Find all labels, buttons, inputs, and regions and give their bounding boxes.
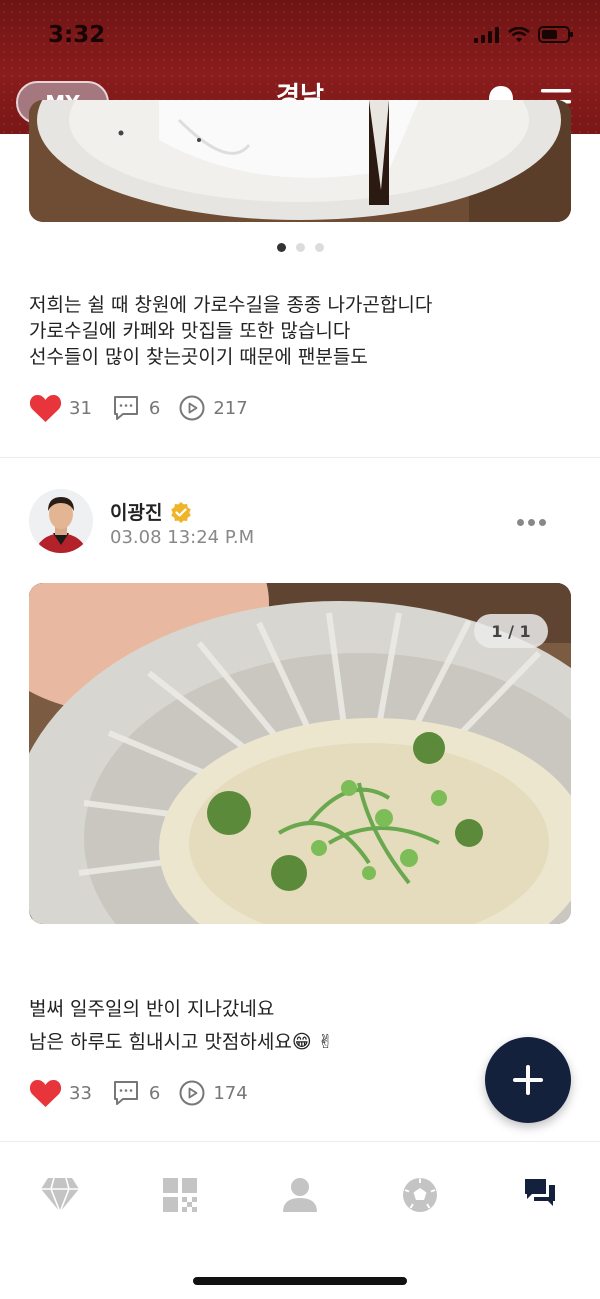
- verified-badge-icon: [171, 501, 192, 523]
- signal-icon: [474, 26, 499, 43]
- post-stats: 31 6 217: [29, 393, 248, 423]
- view-stat: 217: [179, 395, 248, 421]
- home-indicator[interactable]: [193, 1277, 407, 1285]
- like-stat[interactable]: 31: [29, 393, 92, 423]
- diamond-icon: [41, 1177, 79, 1213]
- post-text-line: 가로수길에 카페와 맛집들 또한 많습니다: [29, 320, 351, 342]
- player-avatar-image: [29, 489, 93, 553]
- plus-icon: [513, 1065, 543, 1095]
- tab-qr[interactable]: [120, 1155, 240, 1235]
- more-dot: [517, 519, 524, 526]
- status-time: 3:32: [48, 22, 106, 48]
- pagination-dot[interactable]: [314, 243, 324, 252]
- post-date: 03.08 13:24 P.M: [110, 527, 255, 548]
- play-icon: [179, 1080, 205, 1106]
- tab-bar: [0, 1155, 600, 1235]
- post-text-line: 저희는 쉴 때 창원에 가로수길을 종종 나가곤합니다: [29, 294, 433, 316]
- tab-match[interactable]: [360, 1155, 480, 1235]
- avatar[interactable]: [29, 489, 93, 553]
- image-pagination: [0, 243, 600, 252]
- soccer-ball-icon: [403, 1178, 437, 1212]
- person-icon: [283, 1178, 317, 1212]
- create-post-button[interactable]: [485, 1037, 571, 1123]
- pagination-dot[interactable]: [276, 243, 286, 252]
- tab-home[interactable]: [0, 1155, 120, 1235]
- more-dot: [539, 519, 546, 526]
- post-text-line: 남은 하루도 힘내시고 맛점하세요😁 ✌: [29, 1031, 334, 1053]
- view-count: 217: [213, 397, 248, 419]
- author-name[interactable]: 이광진: [110, 498, 162, 525]
- post-stats: 33 6 174: [29, 1078, 248, 1108]
- more-dot: [528, 519, 535, 526]
- chat-icon: [525, 1179, 555, 1206]
- post-text-line: 벌써 일주일의 반이 지나갔네요: [29, 998, 275, 1020]
- post-body: 벌써 일주일의 반이 지나갔네요 남은 하루도 힘내시고 맛점하세요😁 ✌: [29, 993, 334, 1059]
- comment-icon[interactable]: [112, 1079, 140, 1107]
- comment-count: 6: [148, 397, 161, 419]
- heart-icon[interactable]: [29, 1078, 62, 1108]
- author-row: 이광진: [110, 498, 192, 525]
- comment-stat[interactable]: 6: [112, 394, 160, 422]
- more-options-icon[interactable]: [517, 519, 546, 526]
- comment-count: 6: [148, 1082, 161, 1104]
- status-icons: [474, 26, 574, 43]
- wifi-icon: [508, 26, 530, 42]
- tabbar-divider: [0, 1141, 600, 1142]
- image-counter: 1 / 1: [474, 614, 548, 648]
- post-divider: [0, 457, 600, 458]
- post-text-line: 선수들이 많이 찾는곳이기 때문에 팬분들도: [29, 346, 368, 368]
- tab-profile[interactable]: [240, 1155, 360, 1235]
- battery-icon: [538, 26, 573, 43]
- like-count: 31: [69, 397, 92, 419]
- view-stat: 174: [179, 1080, 248, 1106]
- like-stat[interactable]: 33: [29, 1078, 92, 1108]
- comment-icon[interactable]: [112, 394, 140, 422]
- post-body: 저희는 쉴 때 창원에 가로수길을 종종 나가곤합니다 가로수길에 카페와 맛집…: [29, 292, 432, 370]
- like-count: 33: [69, 1082, 92, 1104]
- tab-community[interactable]: [480, 1155, 600, 1235]
- view-count: 174: [213, 1082, 248, 1104]
- heart-icon[interactable]: [29, 393, 62, 423]
- play-icon: [179, 395, 205, 421]
- comment-stat[interactable]: 6: [112, 1079, 160, 1107]
- coffee-cup-photo: [29, 100, 571, 222]
- post-image[interactable]: [29, 100, 571, 222]
- qr-grid-icon: [163, 1178, 197, 1212]
- pagination-dot[interactable]: [295, 243, 305, 252]
